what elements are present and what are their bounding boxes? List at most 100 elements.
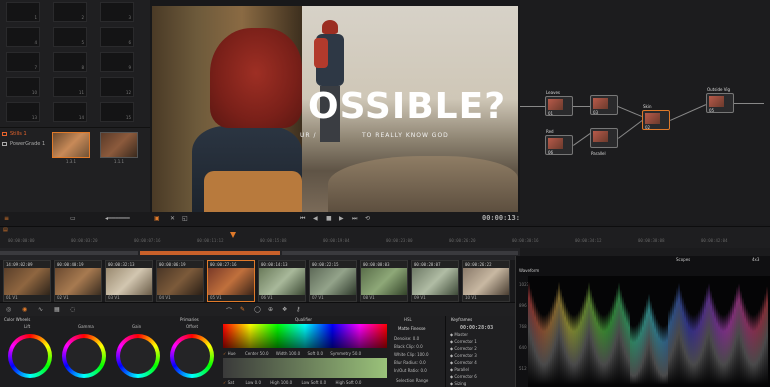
viewer-mode-icon[interactable]: ▣ (154, 215, 160, 222)
node-4[interactable]: Parallel (590, 128, 618, 156)
keyframe-track-label[interactable]: ◆ Master (450, 332, 468, 337)
keyframe-track-label[interactable]: ◆ Corrector 4 (450, 360, 477, 365)
go-start-icon[interactable]: ⏮ (300, 215, 305, 223)
zoom-slider[interactable]: ◂━━━━━━ (105, 215, 130, 222)
node-6[interactable]: Outside Vig 05 (706, 87, 734, 113)
gallery-still-slot[interactable]: 10 (6, 77, 40, 97)
go-end-icon[interactable]: ⏭ (352, 215, 357, 223)
gallery-still-slot[interactable]: 9 (100, 52, 134, 72)
keyframe-track-label[interactable]: ◆ Corrector 6 (450, 374, 477, 379)
color-wheel-lift[interactable] (8, 334, 52, 378)
wipe-icon[interactable]: ◱ (182, 215, 188, 222)
in-out-ratio-row[interactable]: In/Out Ratio: 0.0 (394, 368, 427, 373)
sat-high[interactable]: High 100.0 (270, 380, 292, 385)
timeline-icon[interactable]: ▤ (3, 227, 8, 233)
node-1[interactable]: Leaves 01 (545, 90, 573, 116)
node-5[interactable]: Skin 02 (642, 104, 670, 130)
monitor-icon[interactable]: ▭ (70, 215, 76, 222)
node-3[interactable]: 03 (590, 95, 618, 115)
gallery-still-slot[interactable]: 2 (53, 2, 87, 22)
timeline-clip[interactable]: 00:00:32:13 03 V1 (105, 260, 153, 302)
keyframe-track-label[interactable]: ◆ Parallel (450, 367, 469, 372)
keyframe-track-label[interactable]: ◆ Sizing (450, 381, 466, 386)
window-icon[interactable]: ◯ (254, 306, 261, 313)
play-icon[interactable]: ▶ (339, 215, 344, 222)
timeline-clip[interactable]: 00:00:08:03 08 V1 (360, 260, 408, 302)
blur-icon[interactable]: ❖ (282, 306, 287, 313)
node-2[interactable]: Red 06 (545, 129, 573, 155)
split-icon[interactable]: ✕ (170, 215, 175, 222)
curves-icon[interactable]: ∿ (38, 306, 43, 313)
ruler-tick-label: 00:00:23:00 (386, 238, 413, 243)
timeline-clip[interactable]: 00:00:26:22 10 V1 (462, 260, 510, 302)
hue-soft[interactable]: Soft 0.0 (307, 351, 323, 356)
gallery-menu-icon[interactable]: ≡ (4, 215, 9, 222)
qualifier-icon[interactable]: ✎ (240, 306, 245, 313)
track-segment-selected[interactable] (140, 251, 280, 255)
loop-icon[interactable]: ⟲ (365, 215, 370, 222)
scope-mode-select[interactable]: Waveform (519, 268, 539, 273)
stop-icon[interactable]: ■ (326, 215, 332, 222)
timeline-clip[interactable]: 14:09:02:09 01 V1 (3, 260, 51, 302)
gallery-thumb-1[interactable] (52, 132, 90, 158)
timeline-clip[interactable]: 00:00:40:19 02 V1 (54, 260, 102, 302)
scope-level-label: 512 (519, 366, 527, 371)
hue-center[interactable]: Center 50.0 (245, 351, 269, 356)
hue-spectrum[interactable] (223, 324, 387, 348)
gallery-still-slot[interactable]: 15 (100, 102, 134, 122)
keyframe-track-label[interactable]: ◆ Corrector 2 (450, 346, 477, 351)
viewer-image[interactable]: OSSIBLE? UR / TO REALLY KNOW GOD (152, 6, 518, 212)
hue-width[interactable]: Width 100.0 (276, 351, 300, 356)
sat-low-soft[interactable]: Low Soft 0.0 (301, 380, 326, 385)
ruler-tick-label: 00:00:34:12 (575, 238, 602, 243)
gallery-still-slot[interactable]: 5 (53, 27, 87, 47)
timeline-ruler[interactable]: ▤ 00:00:00:00 00:00:03:20 00:00:07:16 00:00… (0, 226, 770, 248)
album-stills[interactable]: Stills 1 (2, 131, 27, 137)
gallery-still-slot[interactable]: 12 (100, 77, 134, 97)
gallery-still-slot[interactable]: 7 (6, 52, 40, 72)
black-clip-row[interactable]: Black Clip: 0.0 (394, 344, 423, 349)
tracker-icon[interactable]: ⊕ (268, 306, 273, 313)
scope-layout[interactable]: 4x3 (752, 257, 759, 262)
gallery-thumb-2[interactable] (100, 132, 138, 158)
timeline-clip[interactable]: 00:00:27:16 05 V1 (207, 260, 255, 302)
white-clip-row[interactable]: White Clip: 100.0 (394, 352, 429, 357)
timeline-clip[interactable]: 00:00:22:15 07 V1 (309, 260, 357, 302)
gallery-still-slot[interactable]: 6 (100, 27, 134, 47)
key-icon[interactable]: ⚷ (296, 306, 300, 313)
gallery-still-slot[interactable]: 1 (6, 2, 40, 22)
keyframe-track-label[interactable]: ◆ Corrector 3 (450, 353, 477, 358)
color-wheels-icon[interactable]: ◉ (22, 306, 27, 313)
blur-radius-row[interactable]: Blur Radius: 0.0 (394, 360, 426, 365)
sat-gradient[interactable] (223, 358, 387, 378)
hiker-hat (210, 28, 302, 128)
reverse-play-icon[interactable]: ◀ (313, 215, 318, 222)
album-powergrade[interactable]: PowerGrade 1 (2, 141, 45, 147)
sat-high-soft[interactable]: High Soft 0.0 (335, 380, 361, 385)
hue-symmetry[interactable]: Symmetry 50.0 (330, 351, 361, 356)
gallery-still-slot[interactable]: 8 (53, 52, 87, 72)
motion-effects-icon[interactable]: ◌ (70, 306, 75, 313)
gallery-still-slot[interactable]: 4 (6, 27, 40, 47)
color-wheel-gamma[interactable] (62, 334, 106, 378)
rgb-mixer-icon[interactable]: ▦ (54, 306, 60, 313)
gallery-still-slot[interactable]: 14 (53, 102, 87, 122)
keyframe-track-label[interactable]: ◆ Corrector 1 (450, 339, 477, 344)
camera-raw-icon[interactable]: ◎ (6, 306, 11, 313)
track-segment[interactable] (0, 251, 138, 255)
sat-low[interactable]: Low 0.0 (245, 380, 261, 385)
color-wheel-offset[interactable] (170, 334, 214, 378)
clip-timecode: 00:00:40:19 (57, 262, 84, 267)
gallery-still-slot[interactable]: 13 (6, 102, 40, 122)
timeline-clip[interactable]: 00:00:28:07 09 V1 (411, 260, 459, 302)
track-segment[interactable] (282, 251, 518, 255)
clip-thumbnail (4, 268, 50, 295)
still-number: 5 (81, 40, 84, 45)
curves-tool-icon[interactable]: ⌒ (226, 306, 232, 315)
timeline-clip[interactable]: 00:00:06:19 04 V1 (156, 260, 204, 302)
gallery-still-slot[interactable]: 3 (100, 2, 134, 22)
timeline-clip[interactable]: 00:00:14:13 06 V1 (258, 260, 306, 302)
denoise-row[interactable]: Denoise: 0.0 (394, 336, 419, 341)
gallery-still-slot[interactable]: 11 (53, 77, 87, 97)
color-wheel-gain[interactable] (116, 334, 160, 378)
